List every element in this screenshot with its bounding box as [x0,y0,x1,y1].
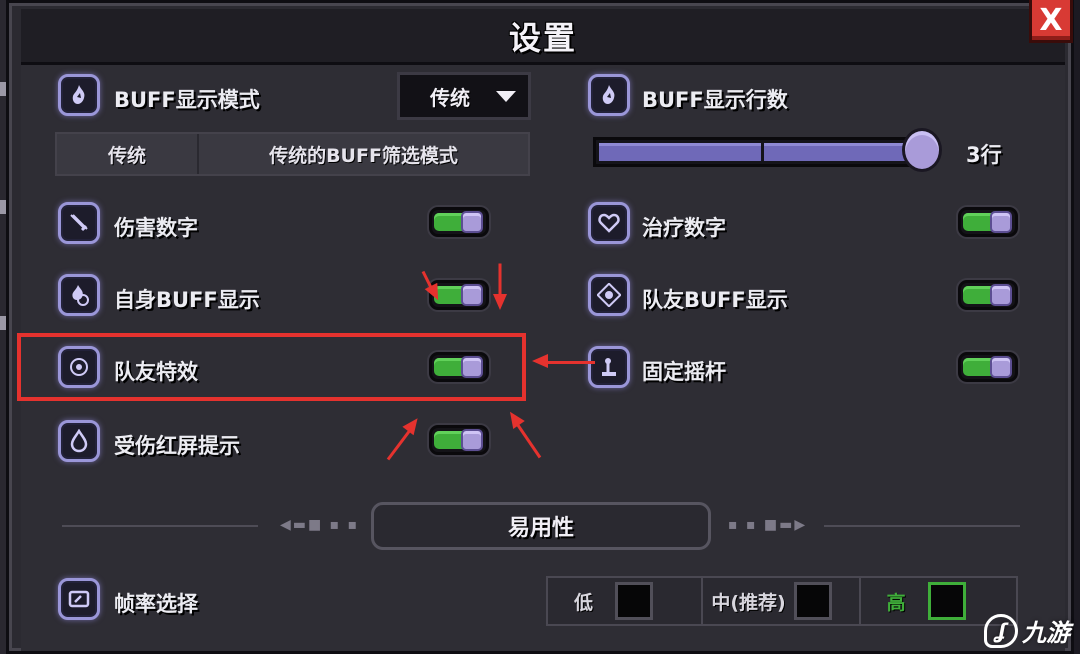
fps-option-1[interactable]: 中(推荐) [703,578,861,624]
divider-deco-right: ▪ ▪ ■▬▶ [728,517,808,533]
panel-title: 设置 [508,18,577,57]
fps-option-label: 低 [574,591,594,614]
toggle-knob [990,284,1012,306]
self-buff-label: 自身BUFF显示 [114,288,260,312]
toggle-on-fill [434,431,464,449]
buff-rows-value: 3行 [966,143,1002,167]
close-button[interactable]: X [1029,0,1073,43]
toggle-on-fill [434,213,464,231]
sword-icon [58,202,100,244]
red-arrow-head [493,294,507,310]
fixed-joystick-label: 固定摇杆 [642,360,726,384]
fps-option-label: 中(推荐) [711,591,786,614]
buff-mode-dropdown-value: 传统 [430,85,470,110]
section-title: 易用性 [507,516,574,541]
fps-option-label: 高 [886,591,906,614]
toggle-on-fill [963,358,993,376]
toggle-knob [461,284,483,306]
title-bar: 设置 [21,9,1065,65]
toggle-on-fill [963,213,993,231]
highlight-box [17,333,526,401]
drop-icon [58,420,100,462]
toggle-knob [990,211,1012,233]
heal-numbers-toggle[interactable] [958,207,1018,237]
team-buff-label: 队友BUFF显示 [642,288,788,312]
hurt-red-screen-toggle[interactable] [429,425,489,455]
toggle-knob [461,429,483,451]
fps-checkbox [615,582,654,620]
buff-rows-slider[interactable] [593,137,929,167]
buff-rows-icon [588,74,630,116]
team-buff-toggle[interactable] [958,280,1018,310]
buff-mode-dropdown[interactable]: 传统 [397,72,531,120]
fps-option-0[interactable]: 低 [548,578,704,624]
watermark-text: 九游 [1022,619,1070,647]
fps-selector: 低 中(推荐) 高 [546,576,1018,626]
jiuyou-logo-icon: ʆ [984,613,1018,648]
divider-left [62,525,258,527]
red-arrow-head [532,354,548,368]
red-arrow [544,361,595,364]
buff-mode-name: 传统 [57,134,199,174]
buff-mode-label: BUFF显示模式 [114,88,260,112]
hurt-red-screen-label: 受伤红屏提示 [114,434,240,458]
buff-mode-description: 传统 传统的BUFF筛选模式 [55,132,530,176]
slider-handle[interactable] [902,128,942,172]
buff-mode-desc: 传统的BUFF筛选模式 [269,144,458,167]
toggle-knob [461,211,483,233]
joystick-icon [588,346,630,388]
fps-label: 帧率选择 [114,592,198,616]
damage-numbers-toggle[interactable] [429,207,489,237]
team-buff-icon [588,274,630,316]
fixed-joystick-toggle[interactable] [958,352,1018,382]
fps-icon [58,578,100,620]
self-buff-icon [58,274,100,316]
toggle-on-fill [963,286,993,304]
divider-right [824,525,1020,527]
toggle-knob [990,356,1012,378]
fps-checkbox [793,582,832,620]
heal-numbers-label: 治疗数字 [642,216,726,240]
section-header-accessibility: 易用性 [371,502,711,550]
chevron-down-icon [496,90,516,102]
buff-mode-icon [58,74,100,116]
heart-icon [588,202,630,244]
buff-rows-label: BUFF显示行数 [642,88,788,112]
watermark: ʆ 九游 [984,613,1070,648]
damage-numbers-label: 伤害数字 [114,216,198,240]
slider-notch [761,142,764,162]
divider-deco-left: ◀▬■ ▪ ▪ [280,517,360,533]
fps-checkbox [927,582,966,620]
